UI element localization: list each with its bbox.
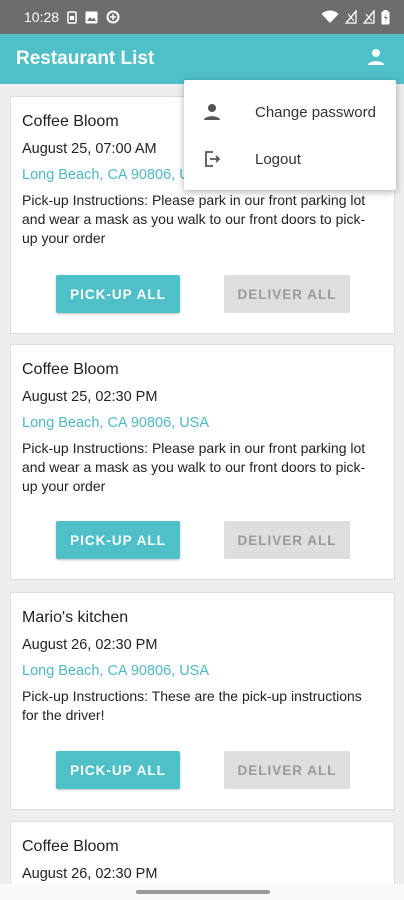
wifi-icon bbox=[321, 10, 339, 24]
menu-item-change-password[interactable]: Change password bbox=[184, 90, 396, 134]
restaurant-address[interactable]: Long Beach, CA 90806, USA bbox=[22, 413, 384, 433]
sim-icon bbox=[67, 10, 77, 24]
battery-icon bbox=[381, 9, 390, 25]
restaurant-card: Mario's kitchen August 26, 02:30 PM Long… bbox=[10, 592, 395, 810]
signal-icon bbox=[363, 10, 375, 24]
card-actions: PICK-UP ALL DELIVER ALL bbox=[11, 751, 394, 789]
status-time: 10:28 bbox=[24, 9, 60, 25]
status-left: 10:28 bbox=[24, 9, 120, 25]
status-bar: 10:28 bbox=[0, 0, 404, 34]
menu-item-label: Change password bbox=[255, 103, 376, 121]
pickup-all-button[interactable]: PICK-UP ALL bbox=[56, 275, 180, 313]
restaurant-card: Coffee Bloom August 25, 02:30 PM Long Be… bbox=[10, 344, 395, 580]
person-icon bbox=[202, 102, 222, 122]
account-menu: Change password Logout bbox=[184, 80, 396, 190]
restaurant-name: Mario's kitchen bbox=[22, 609, 129, 626]
pickup-all-button[interactable]: PICK-UP ALL bbox=[56, 751, 180, 789]
page-title: Restaurant List bbox=[16, 48, 155, 69]
account-button[interactable] bbox=[364, 47, 388, 71]
deliver-all-button[interactable]: DELIVER ALL bbox=[224, 751, 350, 789]
deliver-all-button[interactable]: DELIVER ALL bbox=[224, 521, 350, 559]
logout-icon bbox=[202, 149, 222, 169]
restaurant-name: Coffee Bloom bbox=[22, 838, 119, 855]
restaurant-address[interactable]: Long Beach, CA 90806, USA bbox=[22, 661, 384, 681]
gesture-handle[interactable] bbox=[136, 890, 270, 894]
card-actions: PICK-UP ALL DELIVER ALL bbox=[11, 275, 394, 313]
deliver-all-button[interactable]: DELIVER ALL bbox=[224, 275, 350, 313]
restaurant-name: Coffee Bloom bbox=[22, 361, 119, 378]
image-icon bbox=[85, 11, 98, 24]
card-actions: PICK-UP ALL DELIVER ALL bbox=[11, 521, 394, 559]
restaurant-card: Coffee Bloom August 26, 02:30 PM bbox=[10, 821, 395, 884]
pickup-instructions: Pick-up Instructions: These are the pick… bbox=[22, 688, 362, 723]
signal-icon bbox=[345, 10, 357, 24]
status-right bbox=[321, 9, 390, 25]
person-icon bbox=[367, 48, 385, 71]
pickup-date: August 26, 02:30 PM bbox=[22, 637, 158, 653]
app-bar: Restaurant List bbox=[0, 34, 404, 84]
pickup-instructions: Pick-up Instructions: Please park in our… bbox=[22, 192, 366, 246]
pickup-date: August 26, 02:30 PM bbox=[22, 866, 158, 882]
pickup-all-button[interactable]: PICK-UP ALL bbox=[56, 521, 180, 559]
menu-item-label: Logout bbox=[255, 150, 301, 168]
data-saver-icon bbox=[106, 10, 120, 24]
menu-item-logout[interactable]: Logout bbox=[184, 137, 396, 181]
pickup-date: August 25, 02:30 PM bbox=[22, 389, 158, 405]
pickup-instructions: Pick-up Instructions: Please park in our… bbox=[22, 440, 366, 494]
restaurant-list[interactable]: Coffee Bloom August 25, 07:00 AM Long Be… bbox=[0, 84, 404, 884]
